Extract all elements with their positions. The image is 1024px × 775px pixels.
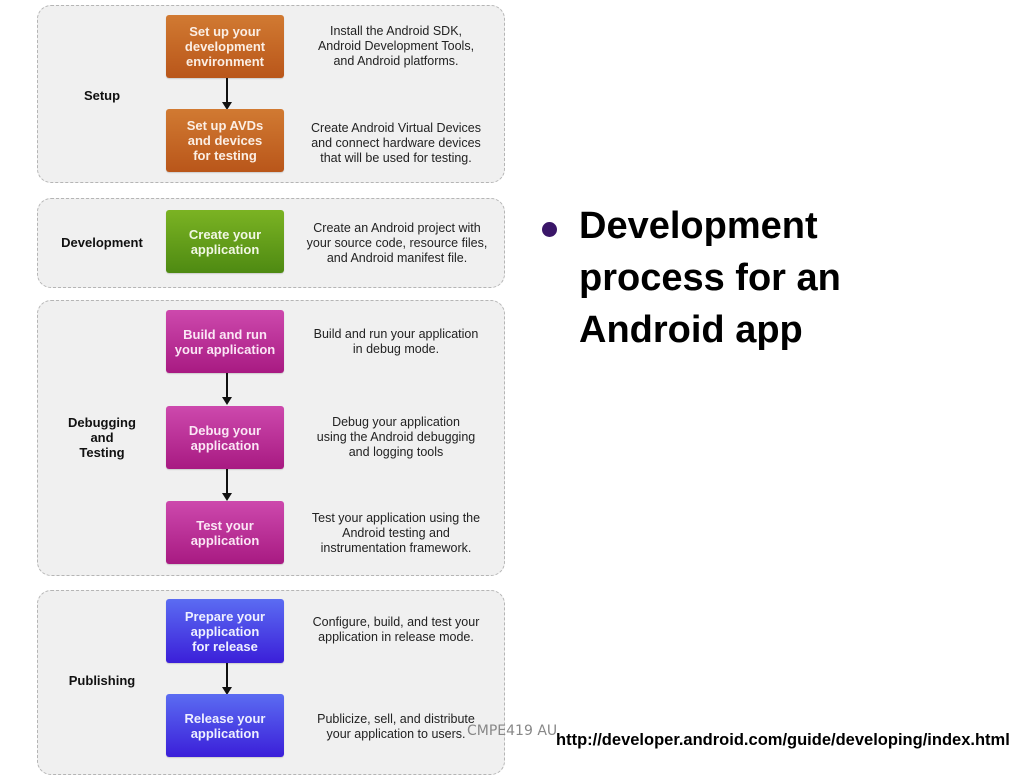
step-desc-test: Test your application using the Android … bbox=[311, 511, 481, 555]
arrow-down-icon bbox=[222, 663, 232, 695]
phase-label-publishing: Publishing bbox=[68, 673, 136, 688]
phase-label-setup: Setup bbox=[83, 88, 121, 103]
slide-bullet-text: Development process for an Android app bbox=[579, 205, 841, 351]
step-desc-build-run: Build and run your application in debug … bbox=[313, 327, 479, 356]
arrow-down-icon bbox=[222, 78, 232, 110]
step-release: Release your application bbox=[166, 694, 284, 757]
step-setup-avds: Set up AVDs and devices for testing bbox=[166, 109, 284, 172]
step-desc-create-application: Create an Android project with your sour… bbox=[306, 221, 488, 265]
step-desc-prepare-release: Configure, build, and test your applicat… bbox=[312, 615, 480, 644]
step-setup-dev-environment: Set up your development environment bbox=[166, 15, 284, 78]
arrow-down-icon bbox=[222, 469, 232, 501]
step-create-application: Create your application bbox=[166, 210, 284, 273]
phase-label-debugging-testing: Debugging and Testing bbox=[68, 415, 136, 460]
step-desc-setup-dev-environment: Install the Android SDK, Android Develop… bbox=[317, 24, 475, 68]
step-desc-release: Publicize, sell, and distribute your app… bbox=[317, 712, 475, 741]
step-debug: Debug your application bbox=[166, 406, 284, 469]
step-build-run: Build and run your application bbox=[166, 310, 284, 373]
phase-label-development: Development bbox=[61, 235, 143, 250]
phase-development: Development Create your application Crea… bbox=[37, 198, 505, 288]
step-desc-debug: Debug your application using the Android… bbox=[316, 415, 476, 459]
phase-debugging-testing: Debugging and Testing Build and run your… bbox=[37, 300, 505, 576]
arrow-down-icon bbox=[222, 373, 232, 405]
step-prepare-release: Prepare your application for release bbox=[166, 599, 284, 663]
phase-publishing: Publishing Prepare your application for … bbox=[37, 590, 505, 775]
source-url-link[interactable]: http://developer.android.com/guide/devel… bbox=[556, 731, 1010, 750]
phase-setup: Setup Set up your development environmen… bbox=[37, 5, 505, 183]
footer-course-label: CMPE419 AU bbox=[467, 723, 558, 739]
bullet-dot-icon bbox=[542, 222, 557, 237]
step-desc-setup-avds: Create Android Virtual Devices and conne… bbox=[311, 121, 481, 165]
step-test: Test your application bbox=[166, 501, 284, 564]
